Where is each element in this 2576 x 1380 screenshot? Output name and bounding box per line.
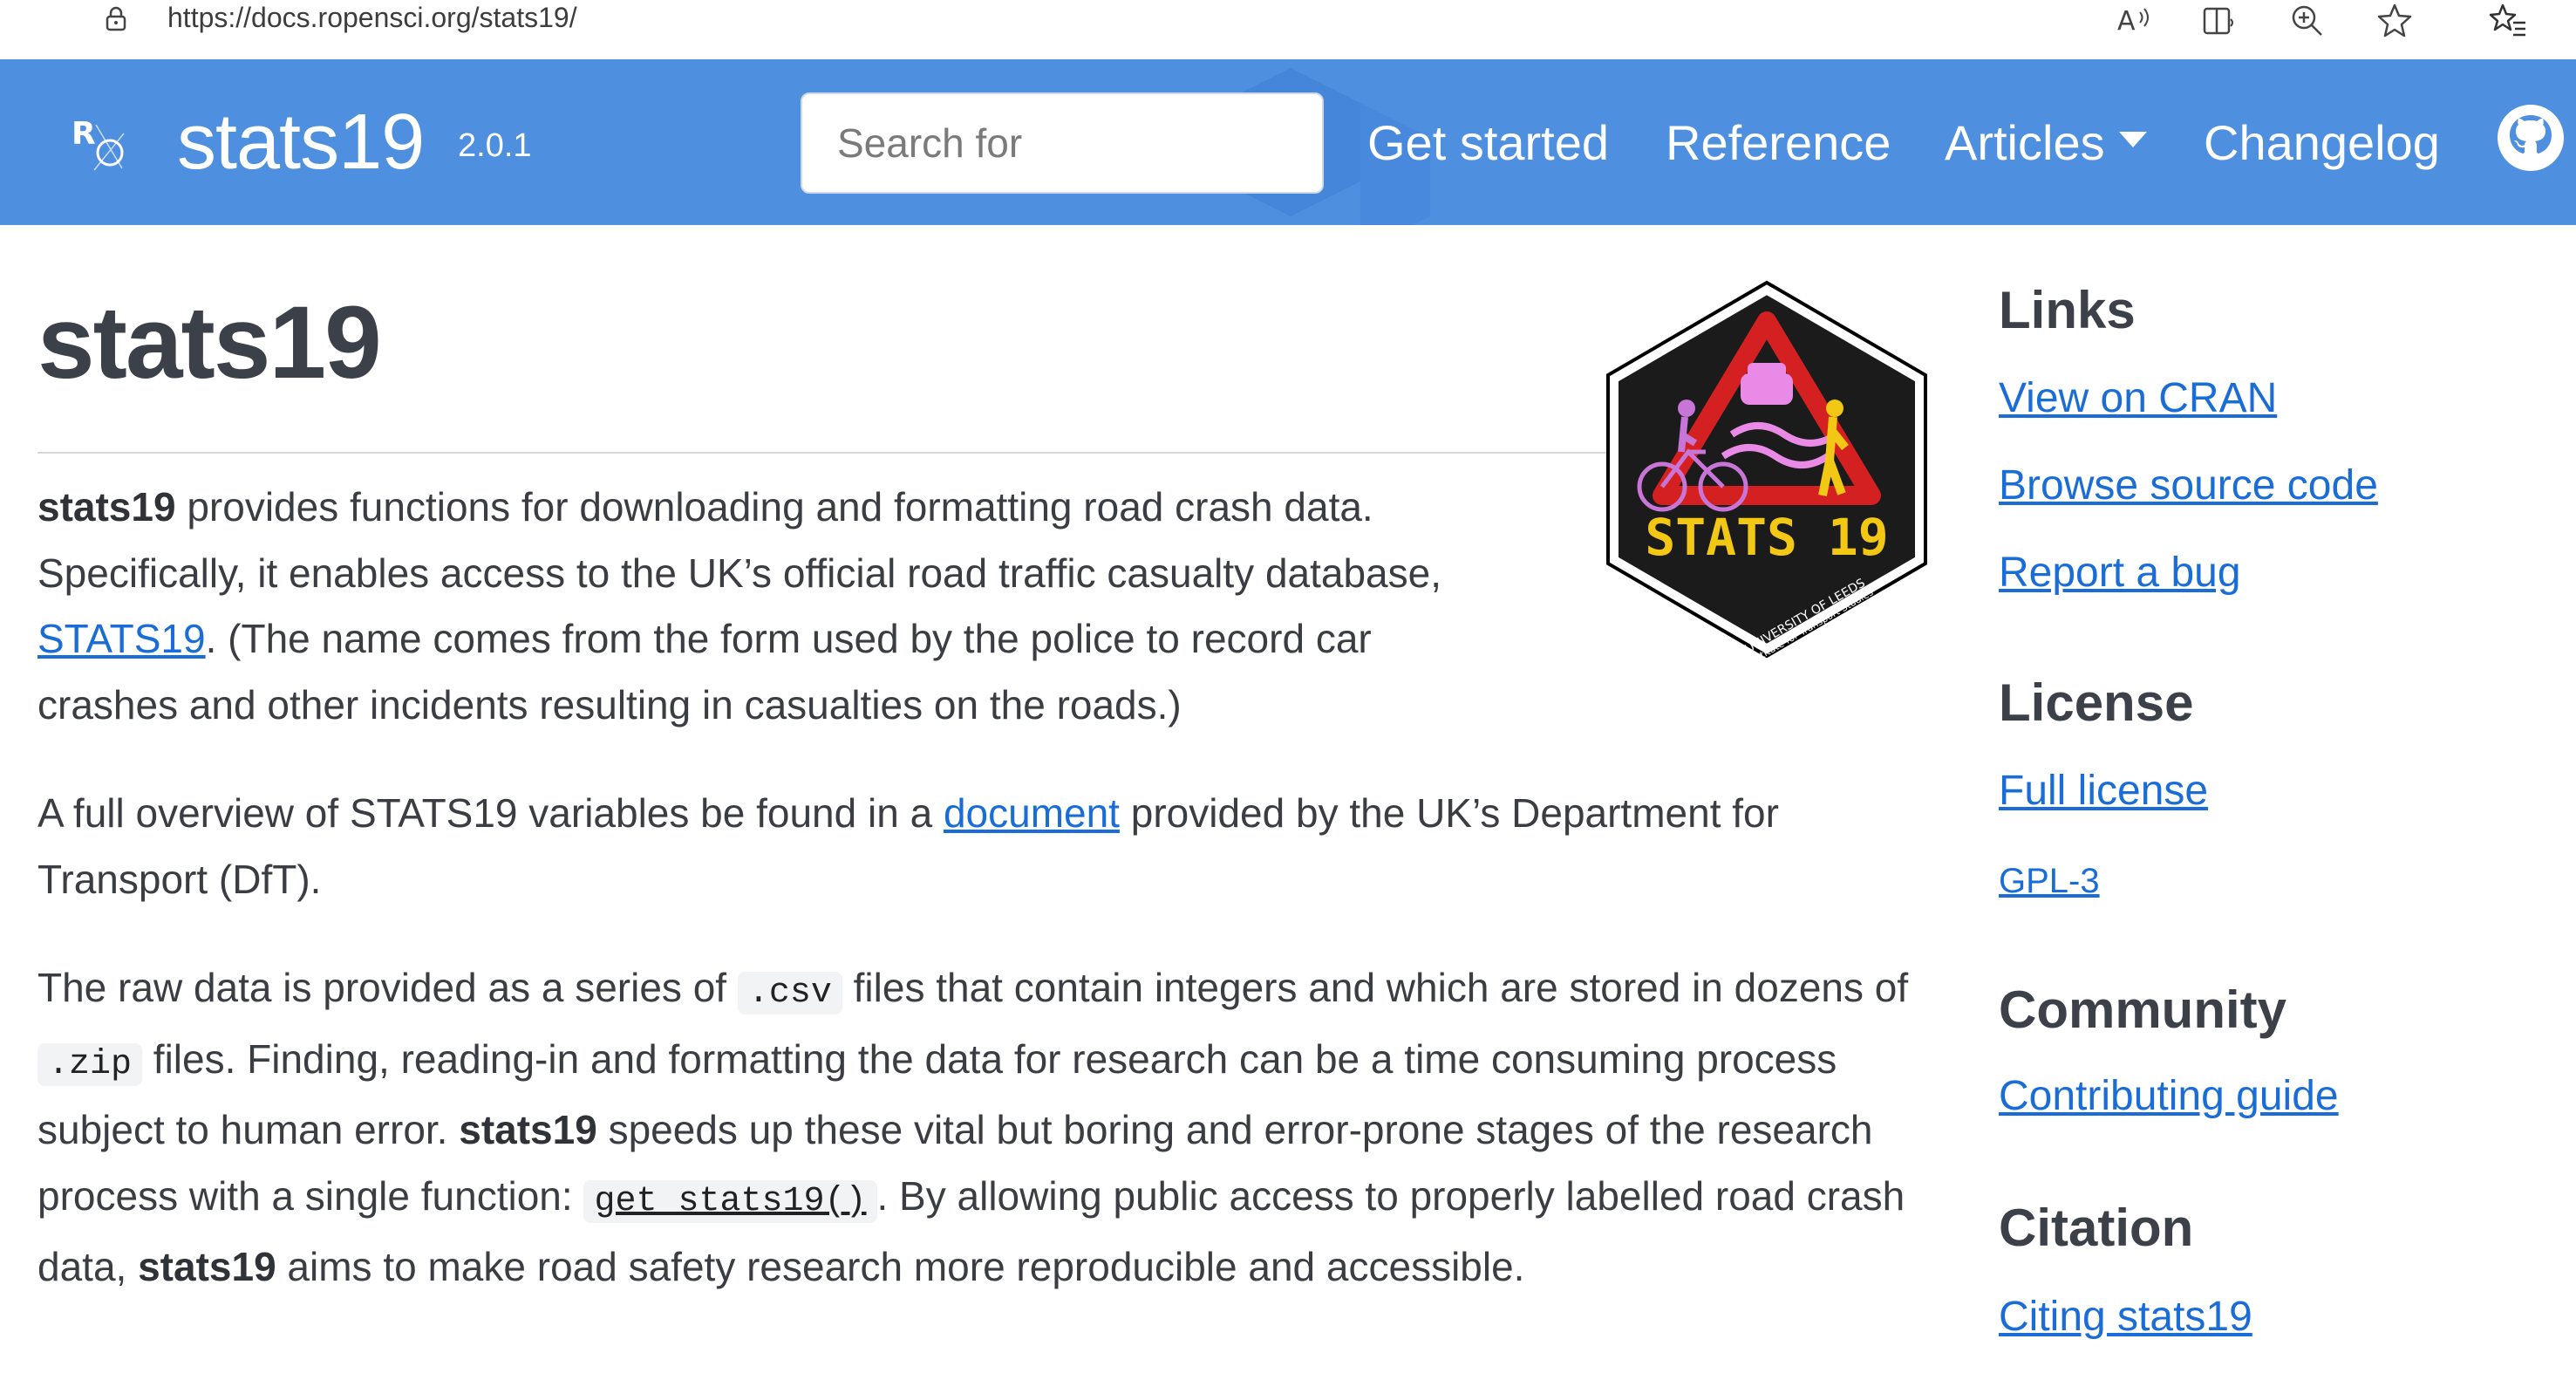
version-badge: 2.0.1 — [458, 127, 532, 164]
intro-paragraph: stats19 provides functions for downloadi… — [37, 475, 1520, 738]
rawdata-text-1: The raw data is provided as a series of — [37, 965, 738, 1010]
page-title: stats19 — [37, 285, 382, 400]
community-heading: Community — [1999, 980, 2286, 1039]
browser-toolbar: https://docs.ropensci.org/stats19/ A — [0, 0, 2576, 59]
links-heading: Links — [1999, 281, 2136, 339]
pkg-name-bold: stats19 — [37, 484, 176, 529]
intro-text-2: . (The name comes from the form used by … — [37, 616, 1372, 728]
svg-text:R: R — [72, 116, 96, 152]
csv-code: .csv — [737, 972, 842, 1015]
logo-text: STATS 19 — [1645, 508, 1888, 567]
favorite-star-icon[interactable] — [2375, 2, 2414, 40]
document-link[interactable]: document — [944, 790, 1120, 836]
zip-code: .zip — [37, 1042, 143, 1086]
nav-articles-label: Articles — [1945, 115, 2105, 170]
stats19-link[interactable]: STATS19 — [37, 616, 206, 661]
site-navbar: R stats19 2.0.1 Get started Reference Ar… — [0, 59, 2576, 225]
rawdata-text-6: aims to make road safety research more r… — [276, 1244, 1525, 1289]
favorites-list-icon[interactable] — [2489, 2, 2527, 40]
intro-text-1: provides functions for downloading and f… — [37, 484, 1441, 596]
get-stats19-link[interactable]: get_stats19() — [583, 1179, 877, 1223]
rawdata-paragraph: The raw data is provided as a series of … — [37, 955, 1912, 1301]
overview-text-1: A full overview of STATS19 variables be … — [37, 790, 944, 836]
url-text[interactable]: https://docs.ropensci.org/stats19/ — [167, 0, 577, 38]
read-aloud-icon[interactable]: A — [2114, 2, 2152, 40]
svg-text:A: A — [2117, 6, 2136, 37]
gpl-license-link[interactable]: GPL-3 — [1999, 853, 2100, 909]
overview-paragraph: A full overview of STATS19 variables be … — [37, 781, 1956, 912]
rawdata-text-2: files that contain integers and which ar… — [842, 965, 1909, 1010]
address-bar[interactable]: https://docs.ropensci.org/stats19/ — [31, 0, 2450, 51]
pkg-name-bold-3: stats19 — [138, 1244, 276, 1289]
citing-stats19-link[interactable]: Citing stats19 — [1999, 1289, 2252, 1345]
contributing-guide-link[interactable]: Contributing guide — [1999, 1069, 2339, 1124]
nav-reference[interactable]: Reference — [1666, 108, 1891, 178]
chevron-down-icon — [2118, 132, 2147, 148]
license-heading: License — [1999, 673, 2194, 732]
reader-view-icon[interactable] — [2201, 2, 2239, 40]
nav-changelog[interactable]: Changelog — [2204, 108, 2440, 178]
browse-source-link[interactable]: Browse source code — [1999, 458, 2378, 514]
view-on-cran-link[interactable]: View on CRAN — [1999, 371, 2277, 427]
report-bug-link[interactable]: Report a bug — [1999, 545, 2241, 601]
github-icon[interactable] — [2496, 103, 2566, 173]
zoom-icon[interactable] — [2288, 2, 2327, 40]
nav-get-started[interactable]: Get started — [1367, 108, 1609, 178]
stats19-hex-logo: STATS 19 UNIVERSITY OF LEEDS Institute f… — [1606, 280, 1927, 661]
pkg-name-bold-2: stats19 — [459, 1107, 597, 1152]
ropensci-logo-icon[interactable]: R — [70, 107, 133, 177]
lock-icon[interactable] — [103, 5, 129, 31]
search-input[interactable] — [801, 92, 1324, 194]
site-brand[interactable]: stats19 — [177, 94, 425, 190]
citation-heading: Citation — [1999, 1199, 2194, 1257]
nav-articles[interactable]: Articles — [1945, 108, 2147, 178]
full-license-link[interactable]: Full license — [1999, 763, 2208, 819]
